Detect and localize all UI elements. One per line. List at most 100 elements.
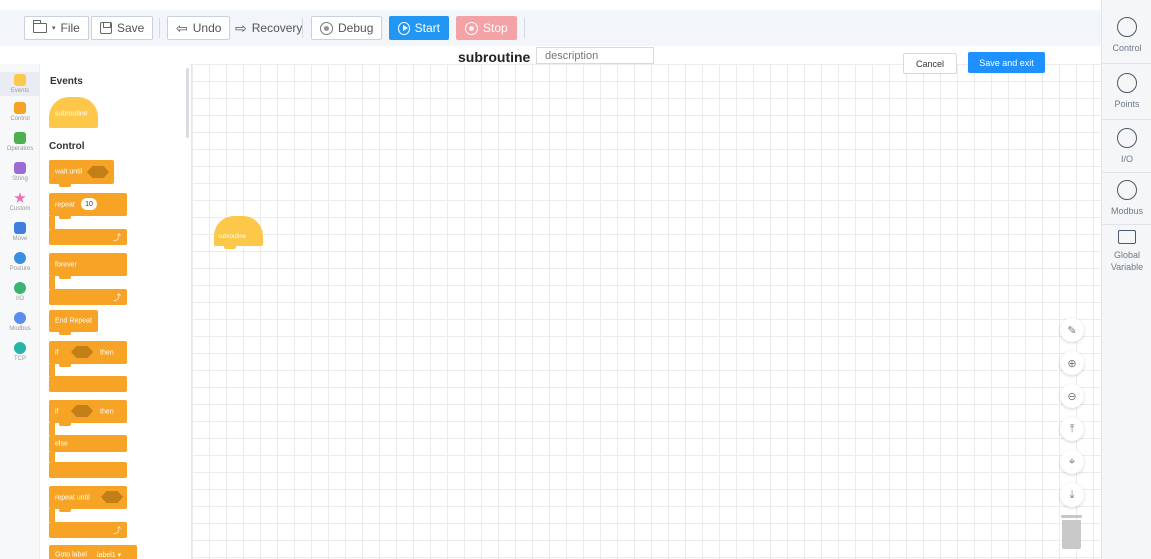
- label-dropdown[interactable]: label1 ▾: [97, 551, 121, 559]
- edit-button[interactable]: ✎: [1060, 318, 1084, 342]
- edit-icon: ✎: [1067, 324, 1077, 337]
- block-label: if: [55, 408, 59, 415]
- block-label: forever: [55, 261, 77, 268]
- recovery-button[interactable]: ⇨ Recovery: [231, 16, 306, 40]
- panel-divider: [1102, 63, 1151, 64]
- control-section-title: Control: [49, 141, 85, 152]
- category-move[interactable]: Move: [0, 222, 40, 242]
- stop-button[interactable]: Stop: [456, 16, 517, 40]
- category-label: TCP: [14, 356, 26, 362]
- arrow-to-top-icon: ⤒: [1069, 422, 1075, 435]
- zoom-out-icon: ⊖: [1067, 390, 1077, 403]
- points-icon: [1117, 73, 1137, 93]
- io-icon: [14, 282, 26, 294]
- category-string[interactable]: String: [0, 162, 40, 182]
- loop-arrow-icon: ⤴: [113, 233, 121, 242]
- start-label: Start: [414, 21, 440, 35]
- start-button[interactable]: Start: [389, 16, 449, 40]
- block-label: repeat: [55, 201, 75, 208]
- if-then-block[interactable]: if then: [49, 341, 127, 367]
- repeat-count-input[interactable]: 10: [81, 198, 97, 210]
- global-variable-icon: [1118, 230, 1136, 244]
- forever-block[interactable]: forever: [49, 253, 127, 279]
- block-flyout: Events subroutine Control wait until rep…: [41, 64, 192, 559]
- condition-slot[interactable]: [71, 346, 93, 358]
- wait-until-block[interactable]: wait until: [49, 160, 114, 187]
- category-label: Operators: [6, 146, 34, 152]
- panel-divider: [1102, 224, 1151, 225]
- zoom-in-button[interactable]: ⊕: [1060, 351, 1084, 375]
- subroutine-block[interactable]: subroutine: [49, 97, 98, 128]
- operators-icon: [14, 132, 26, 144]
- canvas-subroutine-block[interactable]: subroutine: [214, 216, 263, 249]
- repeat-until-block[interactable]: repeat until: [49, 486, 127, 512]
- repeat-block[interactable]: repeat 10: [49, 193, 127, 219]
- undo-button[interactable]: ⇦ Undo: [167, 16, 231, 40]
- category-operators[interactable]: Operators: [0, 132, 40, 152]
- block-label: subroutine: [218, 234, 247, 240]
- category-modbus[interactable]: Modbus: [0, 312, 40, 332]
- scroll-top-button[interactable]: ⤒: [1060, 417, 1084, 441]
- file-button[interactable]: ▾ File: [24, 16, 89, 40]
- condition-slot[interactable]: [101, 491, 123, 503]
- repeat-until-block-footer: ⤴: [49, 522, 127, 538]
- debug-icon: [320, 21, 333, 35]
- toolbar-divider: [159, 18, 160, 38]
- block-label: End Repeat: [55, 317, 92, 325]
- category-label: String: [12, 176, 28, 182]
- end-repeat-block[interactable]: End Repeat: [49, 310, 98, 335]
- block-arm: [49, 509, 55, 522]
- workspace-canvas[interactable]: [192, 64, 1101, 559]
- save-button[interactable]: Save: [91, 16, 154, 40]
- redo-icon: ⇨: [235, 20, 247, 36]
- category-tcp[interactable]: TCP: [0, 342, 40, 362]
- trash-icon[interactable]: [1061, 515, 1082, 549]
- block-arm: [49, 423, 55, 435]
- io-icon: [1117, 128, 1137, 148]
- category-label: Move: [12, 236, 28, 242]
- cancel-button[interactable]: Cancel: [903, 53, 957, 74]
- undo-label: Undo: [192, 21, 222, 35]
- zoom-out-button[interactable]: ⊖: [1060, 384, 1084, 408]
- panel-control[interactable]: Control: [1102, 17, 1151, 54]
- scroll-bottom-button[interactable]: ⤓: [1060, 483, 1084, 507]
- category-sidebar: Events Control Operators String Custom M…: [0, 64, 40, 559]
- panel-label: I/O: [1120, 154, 1133, 164]
- crosshair-icon: ⌖: [1068, 455, 1076, 468]
- center-button[interactable]: ⌖: [1060, 450, 1084, 474]
- forever-block-footer: ⤴: [49, 289, 127, 305]
- panel-modbus[interactable]: Modbus: [1102, 180, 1151, 217]
- panel-io[interactable]: I/O: [1102, 128, 1151, 165]
- save-and-exit-button[interactable]: Save and exit: [968, 52, 1045, 73]
- category-custom[interactable]: Custom: [0, 192, 40, 212]
- condition-slot[interactable]: [87, 166, 109, 178]
- category-io[interactable]: I/O: [0, 282, 40, 302]
- toolbar-divider: [524, 18, 525, 38]
- flyout-scrollbar[interactable]: [186, 68, 189, 138]
- stop-icon: [465, 21, 478, 35]
- goto-label-block[interactable]: Goto label label1 ▾: [49, 545, 137, 559]
- category-posture[interactable]: Posture: [0, 252, 40, 272]
- condition-slot[interactable]: [71, 405, 93, 417]
- category-control[interactable]: Control: [0, 102, 40, 122]
- panel-divider: [1102, 172, 1151, 173]
- events-section-title: Events: [50, 76, 83, 87]
- description-input[interactable]: [536, 47, 654, 64]
- if-block-footer: [49, 376, 127, 392]
- category-events[interactable]: Events: [0, 72, 40, 96]
- block-label: if: [55, 349, 59, 356]
- file-label: File: [60, 21, 80, 35]
- panel-label: Global Variable: [1110, 250, 1144, 272]
- debug-button[interactable]: Debug: [311, 16, 383, 40]
- panel-points[interactable]: Points: [1102, 73, 1151, 110]
- right-panel: Control Points I/O Modbus Global Variabl…: [1101, 0, 1151, 559]
- if-else-block[interactable]: if then: [49, 400, 127, 426]
- else-section: else: [49, 435, 127, 452]
- string-icon: [14, 162, 26, 174]
- panel-global-variable[interactable]: Global Variable: [1102, 230, 1151, 273]
- control-icon: [14, 102, 26, 114]
- move-icon: [14, 222, 26, 234]
- category-label: Custom: [9, 206, 31, 212]
- arrow-down-icon: ⤓: [1069, 488, 1075, 501]
- folder-icon: [33, 20, 47, 33]
